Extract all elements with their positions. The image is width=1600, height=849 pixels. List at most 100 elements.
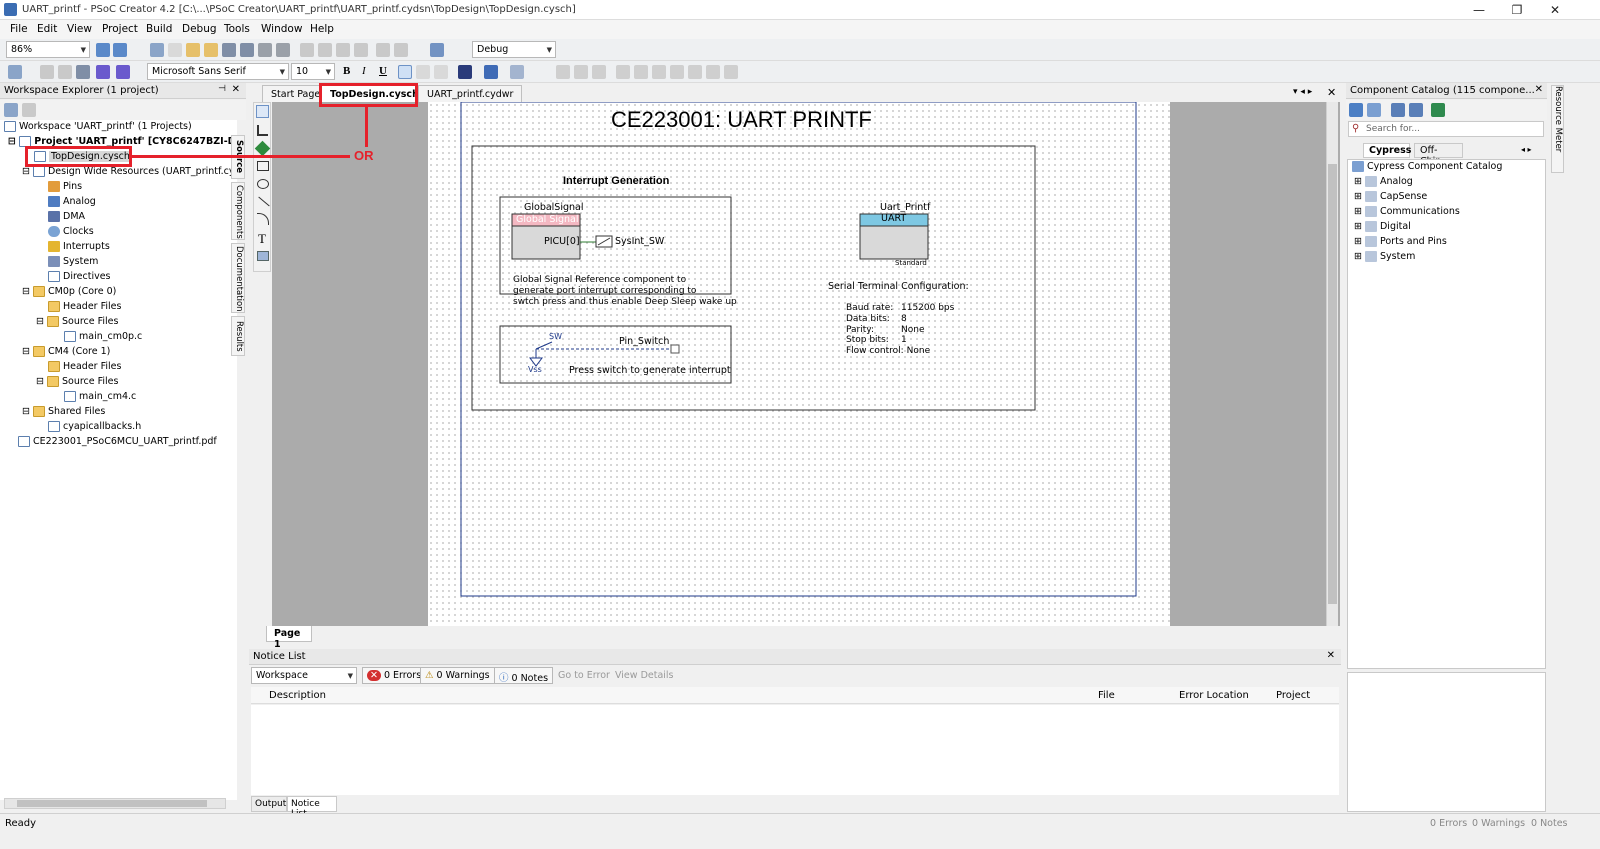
side-tab-resource-meter[interactable]: Resource Meter <box>1551 85 1564 173</box>
column-file[interactable]: File <box>1098 690 1115 701</box>
tree-shared[interactable]: ⊟ Shared Files <box>22 405 105 420</box>
save-icon[interactable] <box>222 43 236 57</box>
catalog-capsense[interactable]: ⊞ CapSense <box>1354 190 1427 205</box>
tree-main-cm0p[interactable]: main_cm0p.c <box>64 330 142 345</box>
page-tab[interactable]: Page 1 <box>266 626 312 650</box>
zoom-out-icon[interactable] <box>113 43 127 57</box>
catalog-tab-offchip[interactable]: Off-Chip <box>1414 143 1463 167</box>
close-panel-icon[interactable]: ✕ <box>1535 84 1543 95</box>
underline-button[interactable]: U <box>379 65 387 77</box>
menu-help[interactable]: Help <box>310 23 334 35</box>
import-icon[interactable] <box>1391 103 1405 117</box>
cut-icon[interactable] <box>300 43 314 57</box>
menu-edit[interactable]: Edit <box>37 23 57 35</box>
catalog-digital[interactable]: ⊞ Digital <box>1354 220 1411 235</box>
debug-icon[interactable] <box>96 65 110 79</box>
paste-icon[interactable] <box>336 43 350 57</box>
wire-tool-icon[interactable] <box>257 125 268 136</box>
catalog-search-box[interactable]: ⚲ Search for... <box>1348 121 1544 137</box>
tab-output[interactable]: Output <box>251 796 287 812</box>
schematic-canvas[interactable]: CE223001: UART PRINTF Interrupt Generati… <box>272 102 1340 626</box>
save-all-icon[interactable] <box>240 43 254 57</box>
catalog-tab-arrows-icon[interactable]: ◂ ▸ <box>1521 145 1532 154</box>
tree-main-cm4[interactable]: main_cm4.c <box>64 390 136 405</box>
menu-file[interactable]: File <box>10 23 28 35</box>
tree-interrupts[interactable]: Interrupts <box>48 240 110 255</box>
scroll-thumb[interactable] <box>17 800 207 807</box>
tab-notice-list[interactable]: Notice List <box>287 796 337 819</box>
tree-dwr[interactable]: ⊟ Design Wide Resources (UART_printf.cyd… <box>22 165 237 180</box>
bug-icon[interactable] <box>116 65 130 79</box>
catalog-view-icon[interactable] <box>1349 103 1363 117</box>
tree-cm4-source[interactable]: ⊟ Source Files <box>36 375 118 390</box>
text-tool-icon[interactable]: T <box>258 231 266 247</box>
column-description[interactable]: Description <box>269 690 326 701</box>
tree-pins[interactable]: Pins <box>48 180 82 195</box>
align-right-icon[interactable] <box>434 65 448 79</box>
distribute-icon[interactable] <box>706 65 720 79</box>
tree-analog[interactable]: Analog <box>48 195 96 210</box>
tree-directives[interactable]: Directives <box>48 270 111 285</box>
ungroup-icon[interactable] <box>574 65 588 79</box>
new-file-icon[interactable] <box>168 43 182 57</box>
catalog-communications[interactable]: ⊞ Communications <box>1354 205 1460 220</box>
side-tab-components[interactable]: Components <box>231 182 245 240</box>
bold-button[interactable]: B <box>343 65 350 77</box>
notice-scope-combo[interactable]: Workspace ▼ <box>251 667 357 684</box>
close-panel-icon[interactable]: ✕ <box>232 84 240 95</box>
catalog-root[interactable]: Cypress Component Catalog <box>1352 160 1502 175</box>
datasheet-icon[interactable] <box>1367 103 1381 117</box>
find-icon[interactable] <box>430 43 444 57</box>
pin-icon[interactable]: ⊣ <box>218 84 226 94</box>
align-center-icon[interactable] <box>416 65 430 79</box>
italic-button[interactable]: I <box>362 65 366 77</box>
align-bottom-icon[interactable] <box>652 65 666 79</box>
scroll-thumb[interactable] <box>1328 164 1337 604</box>
menu-tools[interactable]: Tools <box>224 23 250 35</box>
tree-cyapicallbacks[interactable]: cyapicallbacks.h <box>48 420 141 435</box>
tree-pdf[interactable]: CE223001_PSoC6MCU_UART_printf.pdf <box>18 435 217 450</box>
minimize-button[interactable]: — <box>1460 1 1498 19</box>
tree-cm4-header[interactable]: Header Files <box>48 360 121 375</box>
view-details-button[interactable]: View Details <box>615 670 674 681</box>
column-error-location[interactable]: Error Location <box>1179 690 1249 701</box>
configuration-combo[interactable]: Debug ▼ <box>472 41 556 58</box>
line-tool-icon[interactable] <box>258 196 270 207</box>
delete-icon[interactable] <box>354 43 368 57</box>
zoom-combo[interactable]: 86% ▼ <box>6 41 90 58</box>
menu-window[interactable]: Window <box>261 23 302 35</box>
tab-dropdown-icon[interactable]: ▾ ◂ ▸ <box>1293 87 1312 97</box>
tree-system[interactable]: System <box>48 255 98 270</box>
resize-icon[interactable] <box>724 65 738 79</box>
notes-filter-button[interactable]: ⓘ 0 Notes <box>494 667 554 684</box>
copy-icon[interactable] <box>318 43 332 57</box>
tree-workspace[interactable]: Workspace 'UART_printf' (1 Projects) <box>4 120 192 135</box>
redo-icon[interactable] <box>394 43 408 57</box>
new-project-icon[interactable] <box>150 43 164 57</box>
rotate-icon[interactable] <box>670 65 684 79</box>
tree-cm0p-source[interactable]: ⊟ Source Files <box>36 315 118 330</box>
tree-cm4[interactable]: ⊟ CM4 (Core 1) <box>22 345 110 360</box>
align-objects-icon[interactable] <box>616 65 630 79</box>
refresh-icon[interactable] <box>22 103 36 117</box>
program-icon[interactable] <box>76 65 90 79</box>
grid-icon[interactable] <box>8 65 22 79</box>
flip-icon[interactable] <box>688 65 702 79</box>
tree-dma[interactable]: DMA <box>48 210 85 225</box>
menu-debug[interactable]: Debug <box>182 23 217 35</box>
ellipse-tool-icon[interactable] <box>257 179 269 189</box>
menu-project[interactable]: Project <box>102 23 138 35</box>
tree-cm0p[interactable]: ⊟ CM0p (Core 0) <box>22 285 116 300</box>
align-top-icon[interactable] <box>634 65 648 79</box>
component-tool-icon[interactable] <box>254 140 271 157</box>
group-icon[interactable] <box>556 65 570 79</box>
catalog-ports-pins[interactable]: ⊞ Ports and Pins <box>1354 235 1447 250</box>
pointer-tool-icon[interactable] <box>256 105 269 118</box>
close-panel-icon[interactable]: ✕ <box>1327 650 1335 661</box>
maximize-button[interactable]: ❐ <box>1498 1 1536 19</box>
align-left-icon[interactable] <box>398 65 412 79</box>
tab-cydwr[interactable]: UART_printf.cydwr <box>418 85 523 102</box>
fill-color-icon[interactable] <box>510 65 524 79</box>
font-size-combo[interactable]: 10 ▼ <box>291 63 335 80</box>
column-project[interactable]: Project <box>1276 690 1310 701</box>
